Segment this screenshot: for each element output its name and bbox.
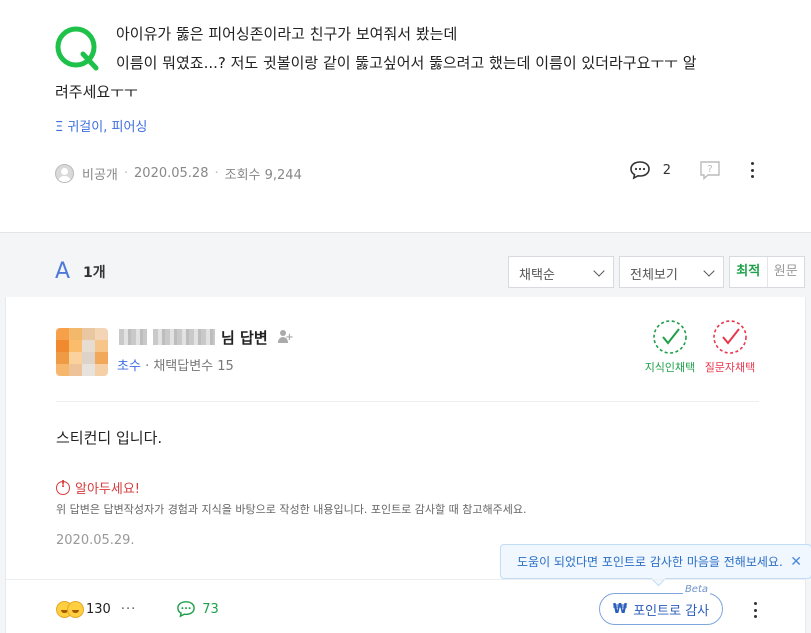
question-comment-button[interactable]: 2	[629, 160, 671, 180]
point-thanks-label: 포인트로 감사	[633, 603, 710, 619]
author-name: 비공개	[82, 167, 118, 183]
answer-date: 2020.05.29.	[56, 533, 135, 548]
notice-description: 위 답변은 답변작성자가 경험과 지식을 바탕으로 작성한 내용입니다. 포인트…	[56, 503, 527, 516]
separator-dot: ·	[214, 165, 219, 181]
answerer-info: 초수 · 채택답변수 15	[117, 355, 234, 374]
question-more-icon[interactable]	[749, 160, 755, 180]
comment-icon	[177, 601, 196, 618]
filter-select-value: 전체보기	[630, 268, 678, 283]
view-toggle: 최적 원문	[729, 256, 805, 288]
point-thanks-button[interactable]: ₩ 포인트로 감사 Beta	[599, 584, 723, 625]
separator-dot: ·	[123, 165, 129, 181]
author-avatar	[55, 163, 74, 183]
blurred-name	[153, 329, 215, 345]
expert-adopt-badge[interactable]: 지식인채택	[636, 319, 704, 375]
question-comment-count: 2	[662, 162, 671, 178]
sort-select-value: 채택순	[519, 268, 555, 283]
answerer-rank[interactable]: 초수	[117, 359, 141, 374]
filter-select[interactable]: 전체보기	[619, 256, 724, 288]
tooltip-text: 도움이 되었다면 포인트로 감사한 마음을 전해보세요.	[517, 555, 783, 569]
answer-card: 님 답변 + 초수 · 채택답변수 15 지식인채택 질문자채택 스티컨디 입니…	[5, 297, 811, 633]
check-circle-icon	[653, 320, 687, 354]
alert-icon	[56, 479, 70, 495]
check-circle-icon	[713, 320, 747, 354]
answerer-adopted: 채택답변수 15	[153, 359, 234, 374]
question-tags[interactable]: Ξ 귀걸이, 피어싱	[55, 116, 147, 135]
question-line-2: 이름이 뭐였죠...? 저도 귓볼이랑 같이 뚫고싶어서 뚫으려고 했는데 이름…	[116, 54, 697, 72]
toggle-original[interactable]: 원문	[768, 257, 805, 287]
comment-icon	[629, 161, 650, 180]
answer-name-suffix: 님 답변	[221, 328, 268, 347]
notice-title-text: 알아두세요!	[75, 482, 141, 497]
question-text: 아이유가 뚫은 피어싱존이라고 친구가 보여줘서 봤는데 이름이 뭐였죠...?…	[55, 20, 775, 107]
question-section: 아이유가 뚫은 피어싱존이라고 친구가 보여줘서 봤는데 이름이 뭐였죠...?…	[0, 0, 811, 233]
expert-adopt-label: 지식인채택	[644, 361, 696, 374]
chevron-down-icon	[703, 265, 715, 277]
question-help-icon[interactable]: ?	[699, 160, 721, 180]
answer-letter-icon: A	[55, 259, 71, 284]
toggle-optimal[interactable]: 최적	[730, 257, 768, 287]
answer-count: 1개	[83, 265, 106, 281]
add-friend-icon[interactable]: +	[277, 330, 294, 344]
blurred-name	[119, 329, 147, 345]
answer-more-icon[interactable]	[752, 600, 758, 620]
close-icon[interactable]: ✕	[790, 554, 802, 570]
question-line-3: 려주세요ㅜㅜ	[55, 83, 138, 101]
divider	[6, 579, 805, 580]
notice-title: 알아두세요!	[56, 478, 140, 497]
chevron-down-icon	[593, 265, 605, 277]
beta-label: Beta	[682, 584, 710, 595]
answer-comment-button[interactable]: 73	[176, 600, 219, 618]
question-date: 2020.05.28	[134, 165, 209, 181]
question-actions: 2 ?	[629, 160, 755, 180]
asker-adopt-label: 질문자채택	[704, 361, 756, 374]
question-views: 조회수 9,244	[224, 167, 302, 183]
answer-comment-count: 73	[202, 601, 219, 617]
sort-select[interactable]: 채택순	[508, 256, 614, 288]
question-meta: 비공개 · 2020.05.28 · 조회수 9,244	[55, 163, 302, 183]
emoji-reaction-icon[interactable]	[56, 600, 84, 618]
reaction-count: 130	[86, 601, 111, 617]
answerer-avatar	[56, 328, 108, 376]
reaction-bar: 130 ··· 73	[56, 597, 219, 621]
divider	[56, 401, 759, 402]
reaction-more-icon[interactable]: ···	[121, 602, 136, 617]
answerer-name: 님 답변 +	[119, 326, 294, 348]
question-line-1: 아이유가 뚫은 피어싱존이라고 친구가 보여줘서 봤는데	[116, 25, 458, 43]
asker-adopt-badge[interactable]: 질문자채택	[696, 319, 764, 375]
answer-body: 스티컨디 입니다.	[56, 429, 163, 447]
svg-text:?: ?	[707, 164, 712, 175]
won-icon: ₩	[612, 601, 628, 617]
point-tooltip: 도움이 되었다면 포인트로 감사한 마음을 전해보세요. ✕	[500, 544, 811, 579]
